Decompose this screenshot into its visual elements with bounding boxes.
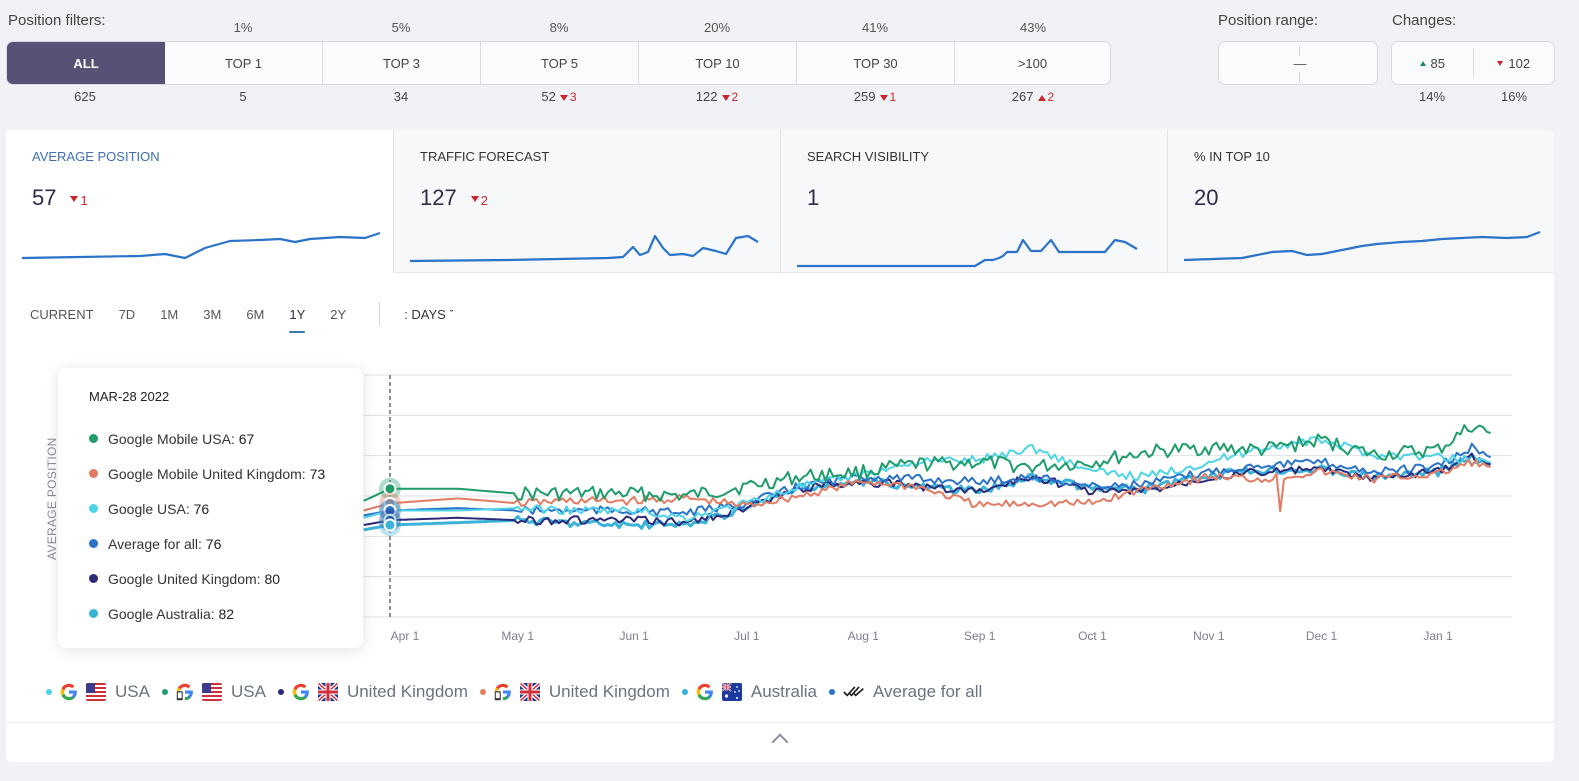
flag-au-icon <box>721 683 751 701</box>
chart-tooltip: MAR-28 2022 Google Mobile USA: 67 Google … <box>58 368 363 648</box>
legend-item-average-all[interactable]: Average for all <box>829 682 982 702</box>
series-dot-icon <box>46 689 52 695</box>
x-tick-label: May 1 <box>501 629 534 643</box>
legend-label: United Kingdom <box>346 682 468 701</box>
series-dot-icon <box>681 689 688 695</box>
chart-legend: USA USA United Kingdom United Kingdom Austra… <box>46 682 994 702</box>
tooltip-row: Google United Kingdom: 80 <box>89 571 280 587</box>
google-icon <box>60 683 86 701</box>
series-dot-icon <box>89 469 98 478</box>
legend-label: Australia <box>750 682 818 701</box>
series-dot-icon <box>89 609 98 618</box>
series-dot-icon <box>89 504 98 513</box>
legend-label: USA <box>230 682 266 701</box>
tooltip-row: Google Australia: 82 <box>89 606 234 622</box>
series-dot-icon <box>829 689 836 695</box>
double-check-icon <box>843 683 873 701</box>
legend-item-google-mobile-uk[interactable]: United Kingdom <box>479 682 670 702</box>
tooltip-date: MAR-28 2022 <box>89 389 170 404</box>
series-dot-icon <box>479 689 486 695</box>
x-tick-label: Jan 1 <box>1423 629 1453 643</box>
flag-uk-icon <box>519 683 549 701</box>
tooltip-row: Google Mobile United Kingdom: 73 <box>89 466 325 482</box>
legend-item-google-mobile-us[interactable]: USA <box>161 682 266 702</box>
x-tick-label: Nov 1 <box>1193 629 1225 643</box>
series-line-google-usa <box>363 436 1491 523</box>
flag-uk-icon <box>317 683 347 701</box>
tooltip-row: Average for all: 76 <box>89 536 221 552</box>
google-icon <box>696 683 722 701</box>
hover-marker <box>383 518 397 532</box>
google-mobile-icon <box>494 683 520 701</box>
tooltip-row: Google Mobile USA: 67 <box>89 431 254 447</box>
series-dot-icon <box>89 574 98 583</box>
series-dot-icon <box>277 689 284 695</box>
legend-item-google-au[interactable]: Australia <box>681 682 818 702</box>
x-tick-label: Jul 1 <box>734 629 760 643</box>
x-tick-label: Jun 1 <box>619 629 649 643</box>
legend-item-google-us[interactable]: USA <box>46 682 150 702</box>
series-dot-icon <box>89 434 98 443</box>
x-tick-label: Sep 1 <box>964 629 996 643</box>
legend-label: United Kingdom <box>548 682 670 701</box>
legend-item-google-uk[interactable]: United Kingdom <box>277 682 468 702</box>
tooltip-row: Google USA: 76 <box>89 501 209 517</box>
google-icon <box>292 683 318 701</box>
flag-us-icon <box>86 683 115 701</box>
google-mobile-icon <box>176 683 202 701</box>
series-line-average-for-all <box>363 442 1492 517</box>
legend-label: USA <box>115 682 150 701</box>
x-tick-label: Oct 1 <box>1078 629 1107 643</box>
series-dot-icon <box>89 539 98 548</box>
x-tick-label: Dec 1 <box>1306 629 1338 643</box>
legend-label: Average for all <box>873 682 983 701</box>
x-tick-label: Aug 1 <box>848 629 880 643</box>
series-dot-icon <box>161 689 168 695</box>
flag-us-icon <box>201 683 231 701</box>
x-tick-label: Apr 1 <box>391 629 420 643</box>
